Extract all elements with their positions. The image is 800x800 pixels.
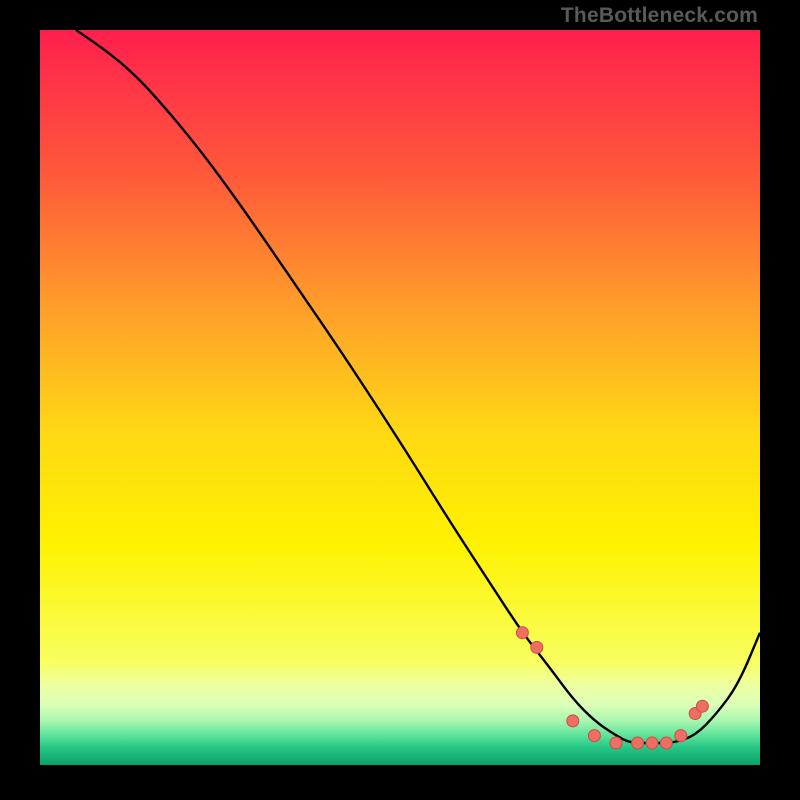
plot-area bbox=[40, 30, 760, 765]
highlight-dot bbox=[646, 737, 658, 749]
chart-frame: TheBottleneck.com bbox=[0, 0, 800, 800]
highlight-dot bbox=[632, 737, 644, 749]
highlight-dot bbox=[675, 730, 687, 742]
highlight-dot bbox=[660, 737, 672, 749]
highlight-dot bbox=[610, 737, 622, 749]
highlight-dot bbox=[567, 715, 579, 727]
highlight-dot bbox=[516, 627, 528, 639]
watermark-text: TheBottleneck.com bbox=[561, 4, 758, 28]
highlight-dot bbox=[531, 641, 543, 653]
highlight-dot bbox=[696, 700, 708, 712]
highlight-dot bbox=[588, 730, 600, 742]
bottleneck-curve bbox=[40, 30, 760, 765]
